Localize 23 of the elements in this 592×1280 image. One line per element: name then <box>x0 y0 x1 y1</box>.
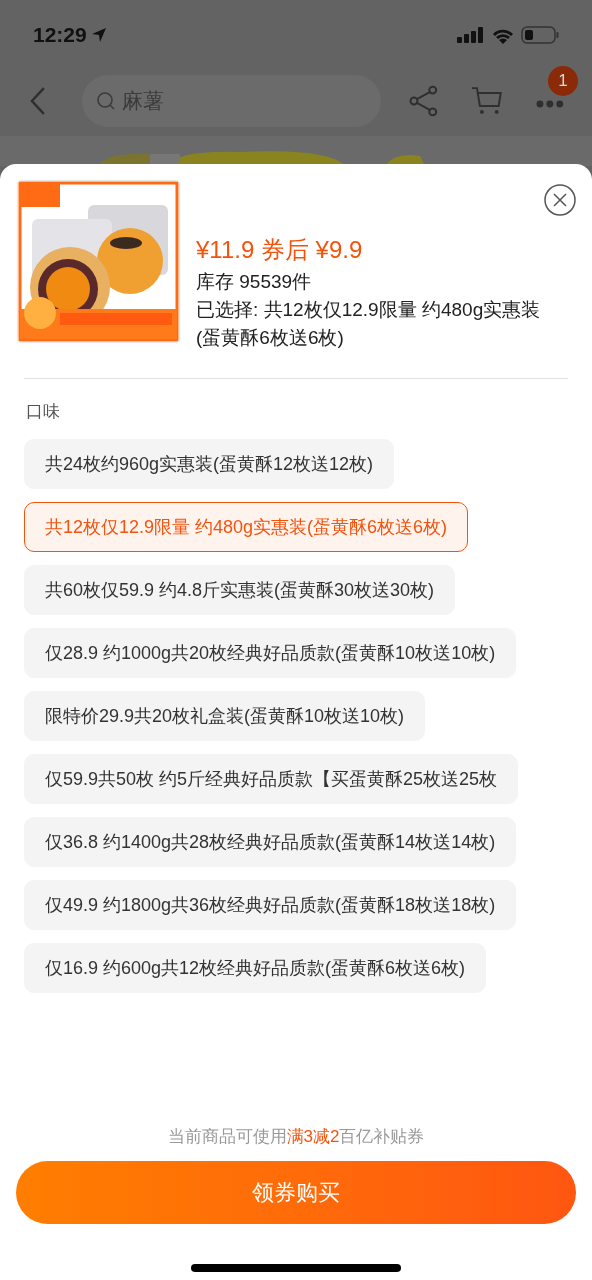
close-icon[interactable] <box>544 184 576 216</box>
option-chip[interactable]: 仅49.9 约1800g共36枚经典好品质款(蛋黄酥18枚送18枚) <box>24 879 517 930</box>
notification-badge: 1 <box>548 66 578 96</box>
search-icon <box>95 91 116 111</box>
section-title: 口味 <box>26 401 60 423</box>
price: ¥11.9 券后 ¥9.9 <box>196 235 364 265</box>
location-arrow-icon <box>90 27 107 43</box>
stock-count: 库存 95539件 <box>196 270 313 294</box>
option-chip[interactable]: 共24枚约960g实惠装(蛋黄酥12枚送12枚) <box>24 438 395 489</box>
share-icon[interactable] <box>408 85 439 117</box>
status-time: 12:29 <box>33 22 87 49</box>
option-chip[interactable]: 仅16.9 约600g共12枚经典好品质款(蛋黄酥6枚送6枚) <box>24 942 487 993</box>
signal-icon <box>457 27 485 43</box>
selected-variant: 已选择: 共12枚仅12.9限量 约480g实惠装(蛋黄酥6枚送6枚) <box>196 298 542 350</box>
coupon-note: 当前商品可使用满3减2百亿补贴券 <box>167 1125 425 1148</box>
battery-icon <box>521 26 559 44</box>
more-icon[interactable] <box>536 100 564 108</box>
option-chip[interactable]: 仅28.9 约1000g共20枚经典好品质款(蛋黄酥10枚送10枚) <box>24 627 517 678</box>
option-chip[interactable]: 仅36.8 约1400g共28枚经典好品质款(蛋黄酥14枚送14枚) <box>24 816 517 867</box>
cart-icon[interactable] <box>470 86 503 116</box>
option-chip[interactable]: 共60枚仅59.9 约4.8斤实惠装(蛋黄酥30枚送30枚) <box>24 564 456 615</box>
option-chip[interactable]: 仅59.9共50枚 约5斤经典好品质款【买蛋黄酥25枚送25枚 <box>24 753 519 804</box>
option-chip[interactable]: 限特价29.9共20枚礼盒装(蛋黄酥10枚送10枚) <box>24 690 426 741</box>
